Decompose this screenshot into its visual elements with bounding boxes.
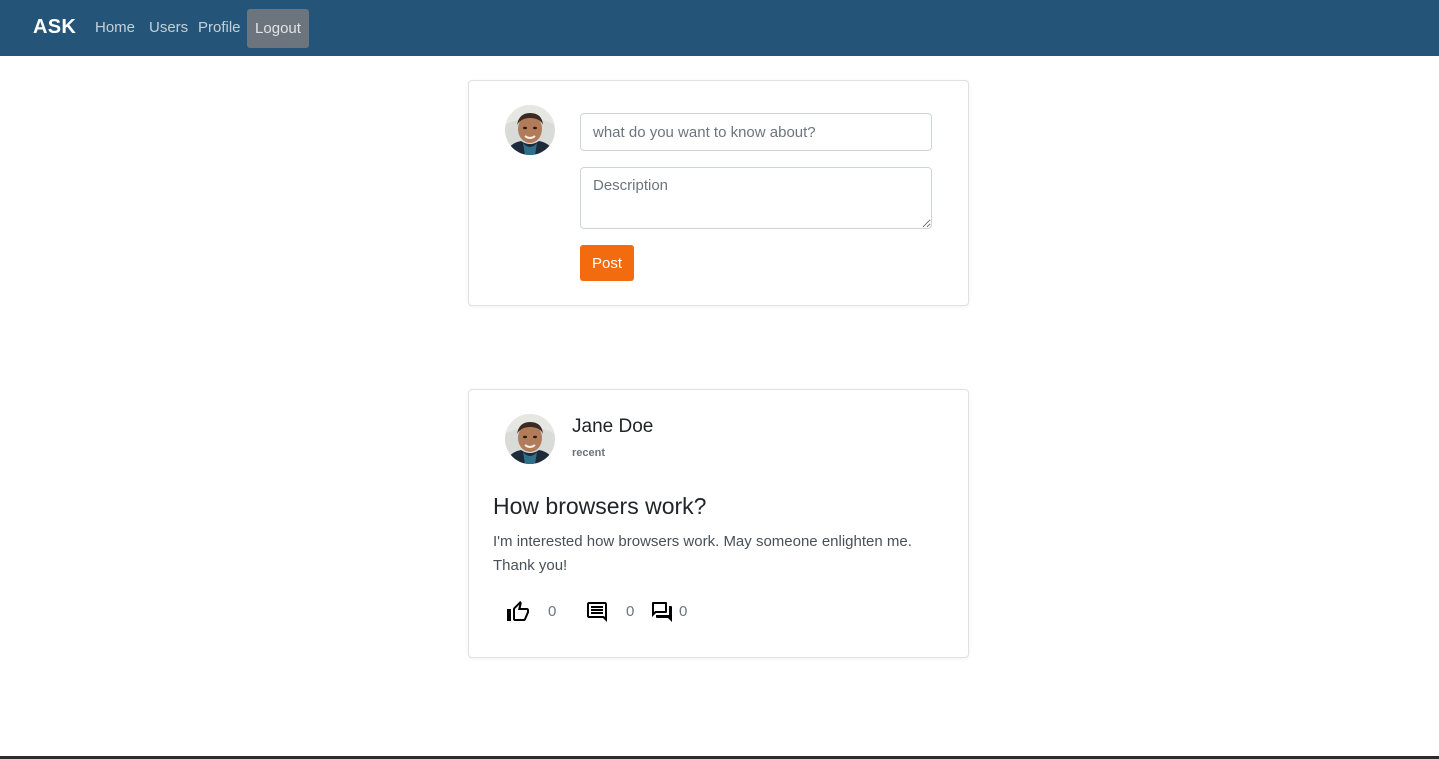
post-body: I'm interested how browsers work. May so… — [493, 533, 912, 574]
avatar-image — [505, 414, 555, 464]
answers-count: 0 — [679, 603, 688, 620]
comment-count: 0 — [626, 603, 635, 620]
author-avatar[interactable] — [505, 414, 555, 464]
question-title-input[interactable] — [580, 113, 932, 151]
post-button[interactable]: Post — [580, 245, 634, 281]
nav-home[interactable]: Home — [95, 19, 135, 36]
thumb-up-icon[interactable] — [506, 600, 530, 624]
description-textarea[interactable] — [580, 167, 932, 229]
post-timestamp: recent — [572, 447, 606, 459]
logout-button[interactable]: Logout — [247, 9, 309, 48]
avatar — [505, 105, 555, 155]
post-actions: 0 0 0 — [469, 595, 968, 625]
answers-icon[interactable] — [650, 600, 674, 624]
post-title[interactable]: How browsers work? — [493, 493, 706, 520]
like-count: 0 — [548, 603, 557, 620]
nav-users[interactable]: Users — [149, 19, 188, 36]
nav-profile[interactable]: Profile — [198, 19, 241, 36]
avatar-image — [505, 105, 555, 155]
brand-logo[interactable]: ASK — [33, 16, 76, 39]
post-card: Jane Doe recent How browsers work? I'm i… — [468, 389, 969, 658]
navbar: ASK Home Users Profile Logout — [0, 0, 1439, 56]
compose-card: Post — [468, 80, 969, 306]
author-name[interactable]: Jane Doe — [572, 416, 653, 438]
comment-icon[interactable] — [585, 600, 609, 624]
